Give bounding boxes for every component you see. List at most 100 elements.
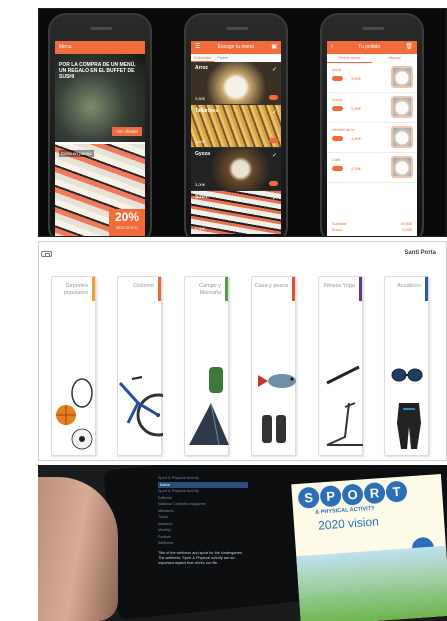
add-toggle[interactable] (269, 95, 278, 100)
cart-row[interactable]: Helado de té 4,50€ (327, 123, 417, 153)
phone-menu: ☰ Escoge tu menú ▣ Entrantes Platos Arro… (184, 13, 288, 236)
add-toggle[interactable] (269, 138, 278, 143)
fishing-lure-icon (258, 374, 296, 443)
category-color-bar (292, 277, 295, 301)
dish-name: Gyoza (195, 151, 211, 157)
catalog-header: Santi Porta (39, 242, 446, 264)
tablet-photo-panel: Sport & Physical Activity Índice Sport &… (38, 465, 447, 621)
cart-item-price: 2,00€ (351, 166, 362, 171)
menu-app-bar: ☰ Escoge tu menú ▣ (191, 41, 281, 54)
phone-speaker (226, 27, 248, 30)
quantity-toggle[interactable] (332, 166, 343, 171)
menu-title: Escoge tu menú (217, 44, 254, 50)
dish-price: 3,80€ (195, 96, 206, 101)
sports-balls-icon (56, 378, 93, 450)
category-card-popular[interactable]: Deportes populares (51, 276, 96, 456)
cart-item-thumbnail (391, 66, 413, 88)
offers-button[interactable]: Ver ofertas (112, 127, 142, 136)
tab-starters[interactable]: Entrantes (191, 54, 215, 62)
menu-item[interactable]: Tallarines 4,50€ ✓ (191, 105, 281, 148)
category-card-fitness[interactable]: Fitness Yoga (318, 276, 363, 456)
title-letter: O (341, 483, 364, 506)
cart-icon[interactable]: ▣ (271, 41, 277, 54)
discount-badge: 20% DESCUENTO (109, 209, 145, 236)
check-icon[interactable]: ✓ (272, 195, 277, 202)
cart-totals: Subtotal 15,80€ Envío 2,00€ (332, 221, 412, 233)
phone-screen-cart: ‹ Tu pedido 🗑 Pedido actual Historial Ar… (327, 41, 417, 236)
trash-icon[interactable]: 🗑 (405, 41, 413, 54)
phone-home: Menu POR LA COMPRA DE UN MENÚ, UN REGALO… (48, 13, 152, 236)
cart-item-name: Helado de té (332, 127, 355, 132)
app-screens-panel: Menu POR LA COMPRA DE UN MENÚ, UN REGALO… (38, 8, 447, 237)
cart-item-price: 3,80€ (351, 76, 362, 81)
cart-item-name: Café (332, 157, 341, 162)
add-toggle[interactable] (269, 181, 278, 186)
category-label: Caza y pesca (254, 283, 288, 289)
discount-value: 20% (114, 210, 140, 224)
category-card-hunting-fishing[interactable]: Caza y pesca (251, 276, 296, 456)
category-card-outdoors[interactable]: Campo y Montaña (184, 276, 229, 456)
dish-price: 3,00€ (195, 182, 206, 187)
cart-row[interactable]: Sushi 5,50€ (327, 93, 417, 123)
phone-speaker (362, 27, 384, 30)
category-color-bar (359, 277, 362, 301)
promo-banner[interactable]: POR LA COMPRA DE UN MENÚ, UN REGALO EN E… (55, 54, 145, 142)
category-color-bar (425, 277, 428, 301)
phone-speaker (90, 27, 112, 30)
check-icon[interactable]: ✓ (272, 66, 277, 73)
phone-cart: ‹ Tu pedido 🗑 Pedido actual Historial Ar… (320, 13, 424, 236)
home-title: Menu (59, 44, 72, 50)
cart-title: Tu pedido (358, 44, 381, 50)
title-letter: P (319, 484, 342, 508)
user-name[interactable]: Santi Porta (404, 250, 436, 256)
dish-name: Sushi (195, 194, 209, 200)
title-letter: R (363, 481, 386, 505)
check-icon[interactable]: ✓ (272, 152, 277, 159)
tablet-sidebar: Sport & Physical Activity Índice Sport &… (158, 475, 248, 615)
category-card-cycling[interactable]: Ciclismo (117, 276, 163, 456)
category-label: Campo y Montaña (198, 283, 221, 296)
total-label: Envío (332, 228, 342, 232)
category-label: Deportes populares (63, 283, 88, 296)
dish-name: Tallarines (195, 108, 218, 114)
quantity-toggle[interactable] (332, 76, 343, 81)
cart-item-price: 5,50€ (351, 106, 362, 111)
dish-price: 4,50€ (195, 139, 206, 144)
quantity-toggle[interactable] (332, 106, 343, 111)
tab-current-order[interactable]: Pedido actual (327, 54, 372, 63)
cart-item-name: Arroz (332, 67, 342, 72)
phone-screen-home: Menu POR LA COMPRA DE UN MENÚ, UN REGALO… (55, 41, 145, 236)
category-card-aquatics[interactable]: Acuáticos (384, 276, 429, 456)
tab-history[interactable]: Historial (372, 54, 417, 63)
check-icon[interactable]: ✓ (272, 109, 277, 116)
sushi-caption: Cena en pareja (59, 150, 94, 157)
menu-item[interactable]: Sushi 5,50€ ✓ (191, 191, 281, 234)
menu-tabs: Entrantes Platos (191, 54, 281, 62)
menu-item[interactable]: Arroz 3,80€ ✓ (191, 62, 281, 105)
sidebar-item[interactable]: Wellness (158, 540, 248, 547)
dish-name: Arroz (195, 65, 209, 71)
total-value: 2,00€ (402, 228, 412, 232)
treadmill-icon (326, 365, 363, 446)
magazine-cover[interactable]: S P O R T & PHYSICAL ACTIVITY 2020 visio… (291, 473, 447, 621)
title-letter: S (297, 486, 320, 509)
home-icon[interactable] (41, 251, 52, 257)
cart-row[interactable]: Café 2,00€ (327, 153, 417, 183)
menu-item[interactable]: Gyoza 3,00€ ✓ (191, 148, 281, 191)
cart-row[interactable]: Arroz 3,80€ (327, 63, 417, 93)
promo-text: POR LA COMPRA DE UN MENÚ, UN REGALO EN E… (59, 62, 136, 80)
quantity-toggle[interactable] (332, 136, 343, 141)
tab-dishes[interactable]: Platos (214, 54, 231, 62)
phone-screen-menu: ☰ Escoge tu menú ▣ Entrantes Platos Arro… (191, 41, 281, 236)
bicycle-icon (118, 376, 163, 437)
cart-item-thumbnail (391, 126, 413, 148)
category-label: Ciclismo (133, 283, 154, 289)
cart-tabs: Pedido actual Historial (327, 54, 417, 63)
catalog-panel: Santi Porta Deportes populares Ciclismo … (38, 241, 447, 461)
dish-price: 5,50€ (195, 226, 206, 231)
category-label: Acuáticos (397, 283, 421, 289)
tent-backpack-icon (189, 367, 229, 446)
swim-gear-icon (391, 368, 423, 449)
sushi-promo-card[interactable]: Cena en pareja 20% DESCUENTO (55, 144, 145, 236)
cart-item-thumbnail (391, 96, 413, 118)
